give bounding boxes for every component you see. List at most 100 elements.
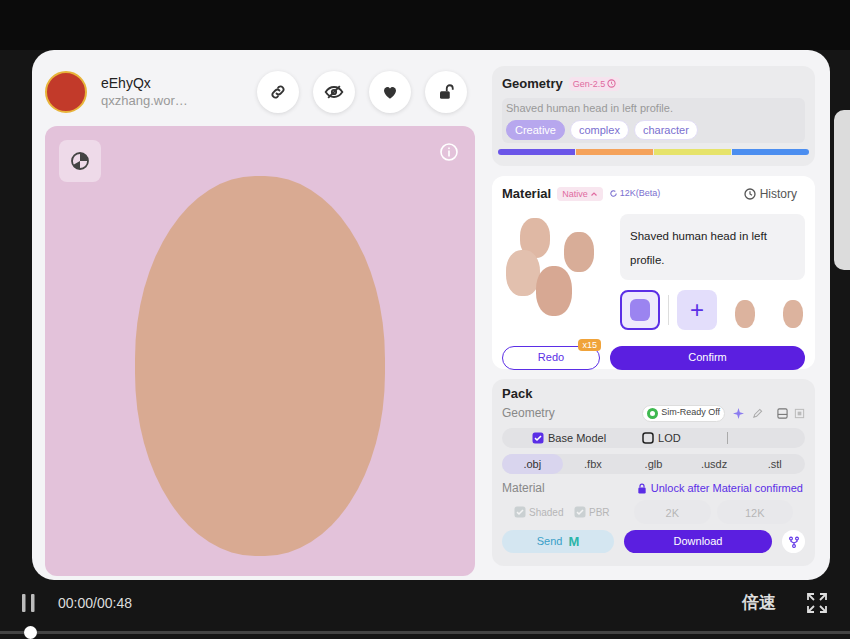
redo-label: Redo: [538, 349, 564, 366]
sim-ready-toggle[interactable]: Sim-Ready Off: [642, 405, 725, 422]
edit-icon[interactable]: [752, 408, 763, 419]
checkbox[interactable]: [642, 432, 654, 444]
redo-button[interactable]: Redox15: [502, 346, 600, 370]
material-actions: Redox15 Confirm: [502, 346, 805, 370]
geometry-panel: GeometryGen-2.5 Shaved human head in left…: [492, 66, 815, 166]
format-tab[interactable]: .stl: [744, 454, 805, 474]
view-mode-button[interactable]: [59, 140, 101, 182]
variant-generated[interactable]: [620, 290, 660, 330]
option-checkbox[interactable]: LOD: [642, 430, 681, 447]
heart-button[interactable]: [369, 71, 411, 113]
variant: [773, 290, 805, 330]
variant: [725, 290, 765, 330]
tag[interactable]: complex: [570, 120, 629, 140]
add-variant-button[interactable]: +: [677, 290, 717, 330]
style-bar-segment: [498, 149, 575, 155]
section-label: Geometry: [502, 404, 555, 422]
format-tab[interactable]: .glb: [623, 454, 684, 474]
hide-eye-button[interactable]: [313, 71, 355, 113]
header: eEhyQxqxzhang.wor…: [45, 66, 477, 118]
material-option[interactable]: PBR: [574, 505, 628, 520]
history-label: History: [760, 185, 797, 203]
toggle-dot: [647, 408, 658, 419]
mode-label: Native: [562, 187, 588, 201]
download-label: Download: [674, 533, 723, 550]
option-checkbox[interactable]: Base Model: [532, 430, 606, 447]
format-tab[interactable]: .obj: [502, 454, 563, 474]
material-option[interactable]: Shaded: [514, 505, 568, 520]
tag[interactable]: character: [634, 120, 698, 140]
history-button[interactable]: History: [744, 185, 797, 203]
preview-image[interactable]: [45, 126, 475, 576]
variant: +: [677, 290, 717, 330]
pie-icon: [70, 151, 90, 171]
send-label: Send: [537, 533, 563, 550]
user-info: eEhyQxqxzhang.wor…: [101, 74, 221, 110]
resolution-select[interactable]: 12K(Beta): [609, 187, 661, 201]
send-logo: M: [568, 535, 579, 549]
branch-button[interactable]: [782, 530, 805, 553]
material-header: Material Native 12K(Beta) History: [502, 184, 805, 204]
variant-thumbnail[interactable]: [773, 290, 805, 330]
clock-icon: [607, 79, 616, 88]
info-icon[interactable]: [439, 142, 459, 162]
download-button[interactable]: Download: [624, 530, 772, 553]
refresh-icon: [609, 189, 618, 198]
tag-list: Creativecomplexcharacter: [506, 120, 801, 140]
divider: [727, 432, 728, 444]
layout-icon[interactable]: [777, 408, 788, 419]
thumbnail-image: [783, 300, 803, 328]
speed-button[interactable]: 倍速: [742, 590, 776, 616]
option-label: LOD: [658, 430, 681, 447]
pause-icon[interactable]: [20, 592, 38, 614]
material-body: Shaved human head in left profile. +: [502, 214, 805, 330]
clock-icon: [744, 188, 756, 200]
frame: eEhyQxqxzhang.wor…GeometryGen-2.5Shaved …: [32, 50, 830, 580]
fullscreen-icon[interactable]: [806, 592, 828, 614]
lock-icon: [637, 483, 647, 494]
model-badge[interactable]: Gen-2.5: [569, 77, 621, 91]
time-label: 00:00/00:48: [58, 593, 132, 614]
progress-track[interactable]: [0, 631, 850, 634]
section-label: Material: [502, 479, 545, 497]
mode-select[interactable]: Native: [557, 187, 603, 201]
resolution-option[interactable]: 2K: [634, 500, 711, 524]
variant-collage: [502, 214, 610, 322]
format-tab[interactable]: .usdz: [684, 454, 745, 474]
lock-note-text: Unlock after Material confirmed: [651, 480, 803, 497]
sparkle-icon[interactable]: [733, 408, 744, 419]
material-options-row: Shaded PBR 2K12K: [502, 502, 805, 522]
style-bar: [498, 149, 809, 155]
unlock-button[interactable]: [425, 71, 467, 113]
lock-note: Unlock after Material confirmed: [637, 480, 803, 497]
link-icon: [269, 83, 287, 101]
link-button[interactable]: [257, 71, 299, 113]
checkbox[interactable]: [532, 432, 544, 444]
variant-thumbnail[interactable]: [725, 290, 765, 330]
material-prompt-box: Shaved human head in left profile.: [620, 214, 805, 280]
progress-handle[interactable]: [24, 626, 37, 639]
format-tabs: .obj.fbx.glb.usdz.stl: [502, 454, 805, 474]
viewer-column: eEhyQxqxzhang.wor…: [45, 64, 477, 580]
geometry-header: GeometryGen-2.5: [502, 74, 805, 94]
model-icon: [630, 299, 650, 321]
checkbox[interactable]: [514, 506, 526, 518]
confirm-button[interactable]: Confirm: [610, 346, 805, 370]
send-button[interactable]: Send M: [502, 530, 614, 553]
prompt-box: Shaved human head in left profile.Creati…: [502, 98, 805, 143]
checkbox[interactable]: [574, 506, 586, 518]
tag[interactable]: Creative: [506, 120, 565, 140]
style-bar-segment: [654, 149, 731, 155]
collage-head: [536, 266, 572, 316]
divider: [668, 295, 669, 325]
side-scroll-tab[interactable]: [834, 110, 850, 270]
options-row: Base Model LOD: [502, 428, 805, 448]
resolution-option[interactable]: 12K: [717, 500, 794, 524]
grid-icon[interactable]: [794, 408, 805, 419]
panel-title: Material: [502, 184, 551, 204]
collage-head: [564, 232, 594, 272]
avatar[interactable]: [45, 71, 87, 113]
prompt-text: Shaved human head in left profile.: [630, 230, 767, 266]
format-tab[interactable]: .fbx: [563, 454, 624, 474]
branch-icon: [788, 536, 800, 548]
